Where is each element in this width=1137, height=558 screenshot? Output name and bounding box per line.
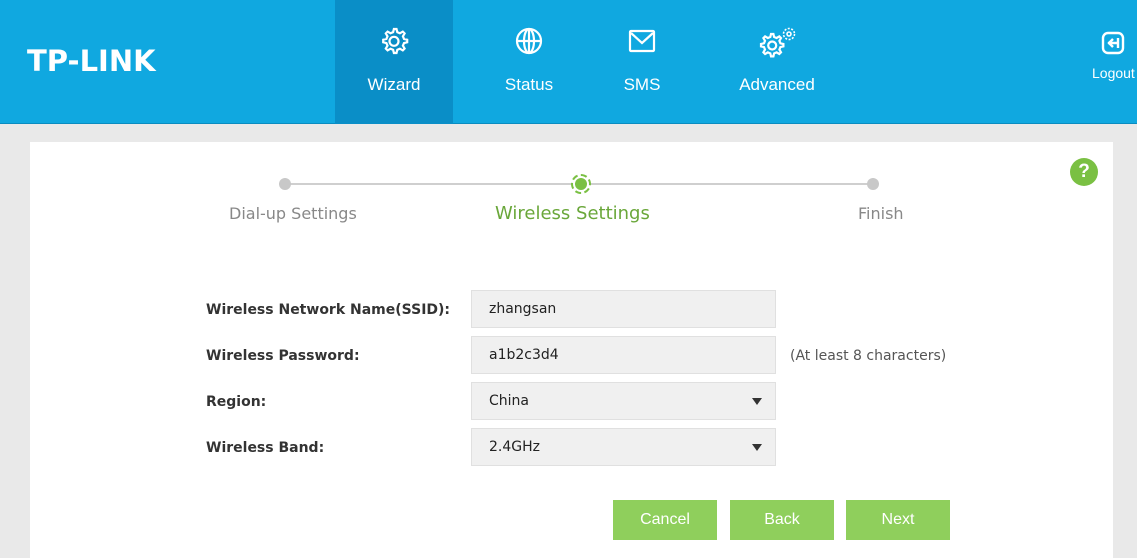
region-select[interactable]: China	[471, 382, 776, 420]
ssid-label: Wireless Network Name(SSID):	[206, 302, 451, 318]
caret-down-icon	[752, 398, 762, 405]
password-value: a1b2c3d4	[489, 347, 559, 363]
caret-down-icon	[752, 444, 762, 451]
nav-sms-label: SMS	[623, 75, 661, 94]
globe-icon	[515, 27, 543, 55]
region-label: Region:	[206, 394, 267, 410]
stepper-line-1	[285, 183, 581, 185]
nav-wizard-label: Wizard	[367, 75, 421, 94]
nav-status[interactable]: Status	[470, 0, 588, 124]
gear-icon	[382, 27, 409, 55]
nav-status-label: Status	[504, 75, 554, 94]
step-label-dialup: Dial-up Settings	[229, 204, 357, 223]
region-value: China	[489, 393, 529, 409]
tp-link-logo: TP-LINK	[27, 44, 156, 78]
ssid-input[interactable]: zhangsan	[471, 290, 776, 328]
password-input[interactable]: a1b2c3d4	[471, 336, 776, 374]
nav-advanced[interactable]: Advanced	[718, 0, 836, 124]
band-select[interactable]: 2.4GHz	[471, 428, 776, 466]
step-label-wireless: Wireless Settings	[495, 203, 650, 224]
nav-wizard[interactable]: Wizard	[335, 0, 453, 124]
logout-icon	[1101, 31, 1125, 55]
step-dot-finish	[867, 178, 879, 190]
ssid-value: zhangsan	[489, 301, 557, 317]
step-dot-dialup	[279, 178, 291, 190]
back-button[interactable]: Back	[730, 500, 834, 540]
step-label-finish: Finish	[858, 204, 904, 223]
stepper-line-2	[581, 183, 873, 185]
band-value: 2.4GHz	[489, 439, 540, 455]
band-label: Wireless Band:	[206, 440, 325, 456]
logout-label: Logout	[1092, 65, 1135, 81]
password-label: Wireless Password:	[206, 348, 360, 364]
password-hint: (At least 8 characters)	[790, 348, 947, 364]
nav-sms[interactable]: SMS	[583, 0, 701, 124]
envelope-icon	[628, 29, 656, 53]
gears-icon	[759, 27, 796, 58]
logout-button[interactable]: Logout	[1092, 30, 1135, 81]
help-icon[interactable]: ?	[1070, 158, 1098, 186]
nav-advanced-label: Advanced	[739, 75, 815, 94]
next-button[interactable]: Next	[846, 500, 950, 540]
cancel-button[interactable]: Cancel	[613, 500, 717, 540]
step-dot-wireless	[571, 174, 591, 194]
top-header: TP-LINK Wizard Status SMS Advanced Logou…	[0, 0, 1137, 124]
